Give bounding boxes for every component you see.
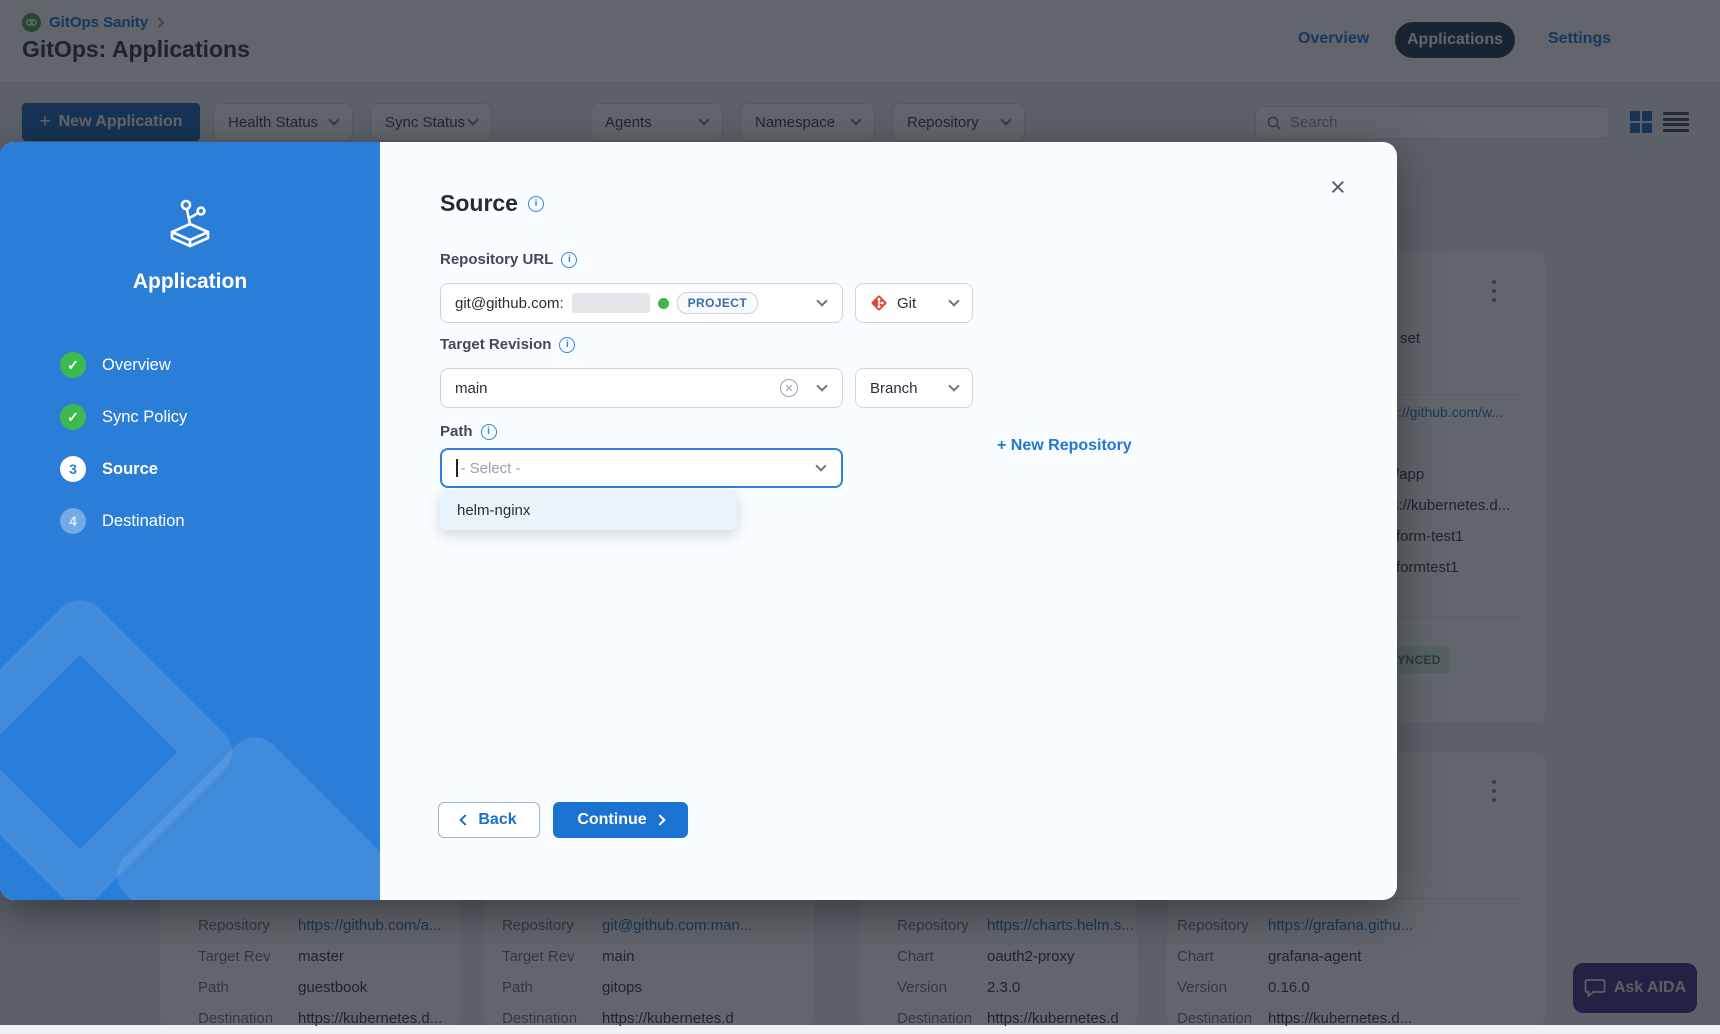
step-sync-policy[interactable]: ✓ Sync Policy — [60, 404, 187, 430]
scope-badge: PROJECT — [677, 292, 758, 314]
repository-type-select[interactable]: Git — [855, 283, 973, 323]
info-icon[interactable]: i — [561, 252, 577, 268]
status-dot-icon — [658, 298, 669, 309]
repository-url-select[interactable]: git@github.com: PROJECT — [440, 283, 843, 323]
text-cursor — [456, 459, 458, 477]
repository-url-label: Repository URL i — [440, 251, 577, 268]
continue-button[interactable]: Continue — [553, 802, 688, 838]
target-revision-input[interactable]: main ✕ — [440, 368, 843, 408]
info-icon[interactable]: i — [528, 196, 544, 212]
revision-type-value: Branch — [870, 380, 918, 397]
step-destination[interactable]: 4 Destination — [60, 508, 185, 534]
chevron-down-icon — [948, 295, 959, 306]
git-icon — [870, 294, 888, 312]
step-number: 3 — [60, 456, 86, 482]
repository-type-value: Git — [897, 295, 916, 312]
step-number: 4 — [60, 508, 86, 534]
wizard-sidebar: Application ✓ Overview ✓ Sync Policy 3 S… — [0, 142, 380, 900]
continue-label: Continue — [577, 811, 646, 829]
modal-title-text: Source — [440, 190, 518, 217]
path-option-helm-nginx[interactable]: helm-nginx — [440, 490, 737, 530]
step-label: Source — [102, 460, 158, 479]
step-label: Overview — [102, 356, 171, 375]
chevron-down-icon — [816, 380, 827, 391]
wizard-title: Application — [0, 270, 380, 294]
application-wizard-modal: Application ✓ Overview ✓ Sync Policy 3 S… — [0, 142, 1397, 900]
modal-title: Source i — [440, 190, 544, 217]
path-placeholder: - Select - — [461, 460, 521, 477]
info-icon[interactable]: i — [481, 424, 497, 440]
redacted-text — [572, 293, 650, 313]
step-overview[interactable]: ✓ Overview — [60, 352, 171, 378]
chevron-down-icon — [815, 460, 826, 471]
step-label: Destination — [102, 512, 185, 531]
check-icon: ✓ — [60, 352, 86, 378]
chevron-right-icon — [654, 814, 665, 825]
repository-url-value: git@github.com: — [455, 295, 564, 312]
new-repository-link[interactable]: + New Repository — [997, 437, 1132, 455]
revision-type-select[interactable]: Branch — [855, 368, 973, 408]
application-icon — [162, 194, 218, 259]
step-label: Sync Policy — [102, 408, 187, 427]
target-revision-value: main — [455, 380, 488, 397]
target-revision-label: Target Revision i — [440, 336, 575, 353]
chevron-down-icon — [816, 295, 827, 306]
back-button[interactable]: Back — [438, 802, 540, 838]
chevron-left-icon — [460, 814, 471, 825]
info-icon[interactable]: i — [559, 337, 575, 353]
path-label: Path i — [440, 423, 497, 440]
chevron-down-icon — [948, 380, 959, 391]
close-icon[interactable]: × — [1330, 174, 1346, 201]
check-icon: ✓ — [60, 404, 86, 430]
clear-icon[interactable]: ✕ — [780, 379, 798, 397]
back-label: Back — [478, 811, 516, 829]
step-source[interactable]: 3 Source — [60, 456, 158, 482]
path-select[interactable]: - Select - — [440, 448, 843, 488]
